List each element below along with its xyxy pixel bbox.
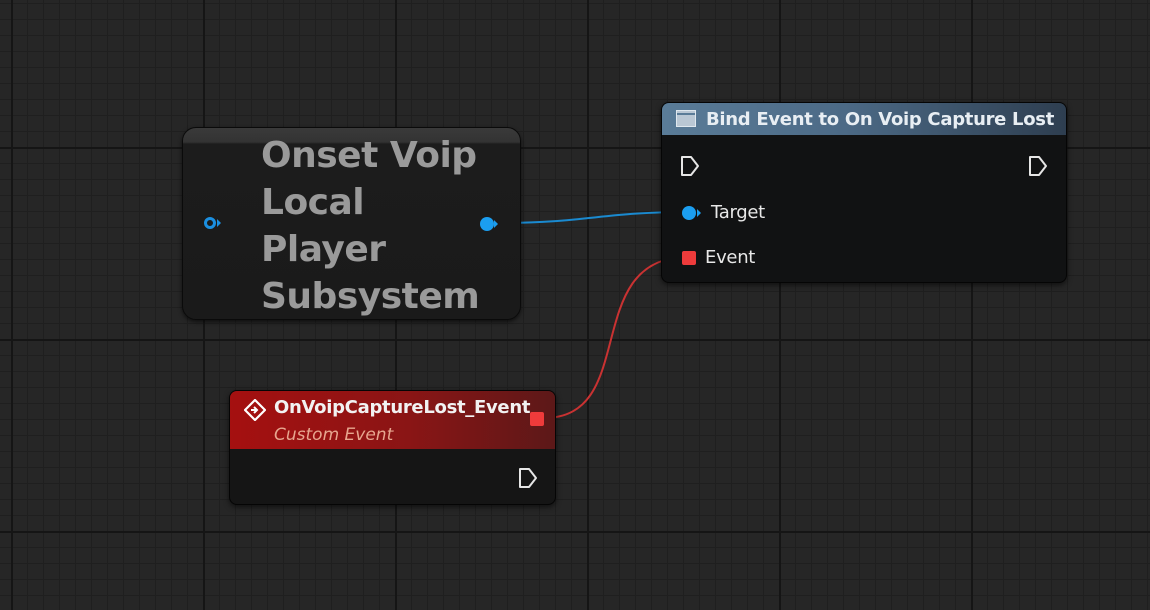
custom-event-icon xyxy=(244,399,266,421)
output-pin-arrow-icon xyxy=(494,220,498,228)
custom-event-node[interactable]: OnVoipCaptureLost_Event Custom Event xyxy=(229,390,556,505)
node-title: Onset Voip Local Player Subsystem xyxy=(261,135,480,317)
node-header: Bind Event to On Voip Capture Lost xyxy=(662,103,1066,135)
exec-output-pin-icon[interactable] xyxy=(1028,155,1048,177)
bind-event-node[interactable]: Bind Event to On Voip Capture Lost Targe… xyxy=(661,102,1067,283)
target-pin[interactable] xyxy=(682,206,696,220)
target-pin-label: Target xyxy=(711,202,765,223)
function-icon xyxy=(676,110,696,127)
get-subsystem-node[interactable]: Onset Voip Local Player Subsystem xyxy=(182,127,521,320)
wires-layer xyxy=(493,211,691,419)
exec-output-pin-icon[interactable] xyxy=(518,467,538,489)
exec-input-pin-icon[interactable] xyxy=(680,155,700,177)
node-title: Bind Event to On Voip Capture Lost xyxy=(706,109,1054,130)
delegate-output-pin[interactable] xyxy=(530,412,544,426)
input-pin-arrow-icon xyxy=(217,219,221,227)
node-subtitle: Custom Event xyxy=(274,425,394,445)
return-value-pin[interactable] xyxy=(480,217,494,231)
node-header: OnVoipCaptureLost_Event Custom Event xyxy=(230,391,555,449)
input-object-pin[interactable] xyxy=(204,217,216,229)
target-pin-arrow-icon xyxy=(697,209,701,217)
event-delegate-pin[interactable] xyxy=(682,251,696,265)
node-title: OnVoipCaptureLost_Event xyxy=(274,397,531,418)
event-pin-label: Event xyxy=(705,247,756,268)
